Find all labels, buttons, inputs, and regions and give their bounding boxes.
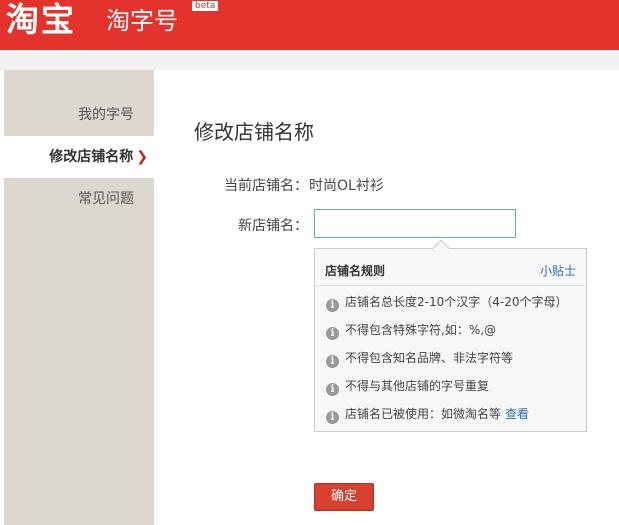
info-icon: i	[326, 383, 339, 396]
confirm-button[interactable]: 确定	[314, 483, 374, 511]
info-icon: i	[326, 327, 339, 340]
sidebar-item-label: 常见问题	[78, 191, 134, 207]
sidebar-item-label: 修改店铺名称	[49, 149, 134, 165]
header-spacer	[0, 50, 619, 70]
sidebar: 我的字号 修改店铺名称 ❯ 常见问题	[4, 70, 154, 525]
new-shop-name-label: 新店铺名：	[238, 218, 308, 234]
rule-text: 店铺名已被使用：如微淘名等	[345, 407, 502, 421]
info-icon: i	[326, 299, 339, 312]
top-header: 淘宝 淘字号 beta	[0, 0, 619, 50]
sidebar-item-modify-shop-name[interactable]: 修改店铺名称 ❯	[4, 136, 154, 178]
rule-text: 不得包含知名品牌、非法字符等	[345, 351, 514, 365]
rule-text: 不得与其他店铺的字号重复	[345, 379, 490, 393]
sidebar-item-label: 我的字号	[78, 107, 134, 123]
rule-item: i 不得与其他店铺的字号重复	[326, 378, 489, 396]
sidebar-item-my-names[interactable]: 我的字号	[4, 94, 154, 136]
view-link[interactable]: 查看	[505, 407, 529, 421]
info-icon: i	[326, 411, 339, 424]
popover-divider	[315, 285, 586, 286]
popover-title: 店铺名规则	[325, 264, 386, 278]
rule-text: 不得包含特殊字符,如：%,@	[345, 323, 497, 337]
rule-item: i 不得包含特殊字符,如：%,@	[326, 322, 496, 340]
current-shop-name-value: 时尚OL衬衫	[309, 178, 384, 194]
info-icon: i	[326, 355, 339, 368]
shop-name-rules-popover: 店铺名规则 小贴士 i 店铺名总长度2-10个汉字（4-20个字母） i 不得包含特…	[314, 239, 587, 432]
rule-item: i 不得包含知名品牌、非法字符等	[326, 350, 513, 368]
popover-arrow	[432, 239, 450, 257]
rule-item: i 店铺名已被使用：如微淘名等 查看	[326, 406, 529, 424]
beta-badge: beta	[191, 0, 220, 12]
chevron-right-icon: ❯	[136, 149, 148, 165]
subbrand-title: 淘字号	[106, 7, 178, 35]
page-title: 修改店铺名称	[194, 120, 314, 144]
tips-link[interactable]: 小贴士	[540, 262, 576, 279]
sidebar-item-faq[interactable]: 常见问题	[4, 178, 154, 220]
new-shop-name-input[interactable]	[314, 209, 516, 238]
rule-text: 店铺名总长度2-10个汉字（4-20个字母）	[345, 295, 568, 309]
current-shop-name-label: 当前店铺名：	[224, 178, 308, 194]
main-content: 修改店铺名称 当前店铺名： 时尚OL衬衫 新店铺名： 店铺名规则 小贴士 i 店铺…	[154, 70, 619, 525]
taobao-logo[interactable]: 淘宝	[6, 0, 76, 40]
rule-item: i 店铺名总长度2-10个汉字（4-20个字母）	[326, 294, 567, 312]
